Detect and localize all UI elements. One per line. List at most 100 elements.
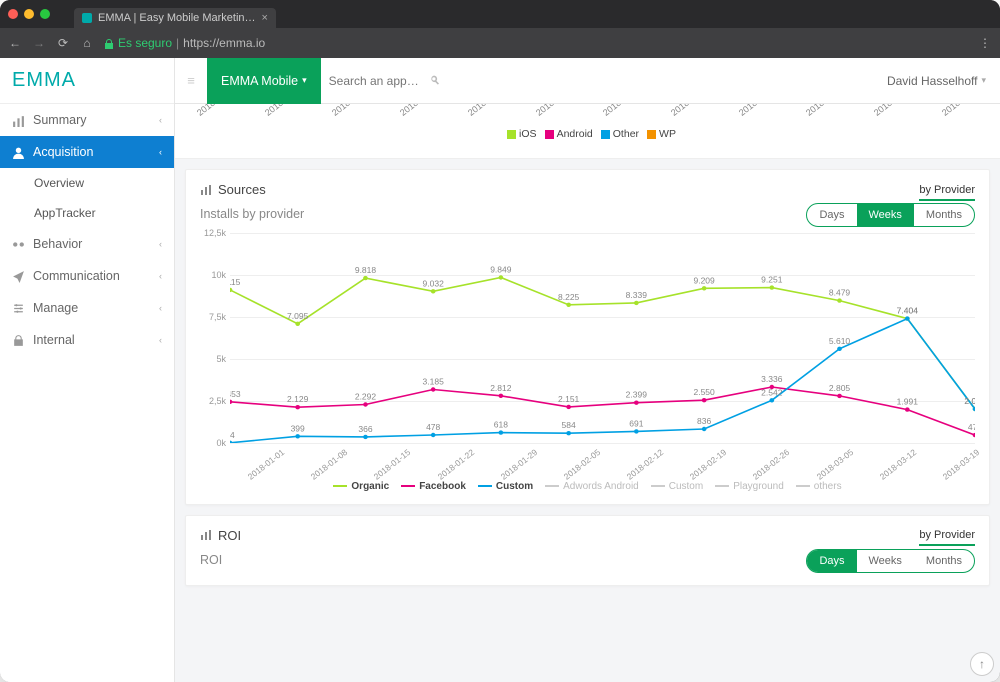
data-point xyxy=(363,402,368,406)
logo[interactable]: EMMA xyxy=(0,58,174,104)
data-point xyxy=(634,401,639,405)
legend-label: Android xyxy=(557,128,593,140)
legend-swatch xyxy=(715,485,729,487)
menu-icon[interactable]: ⋮ xyxy=(978,36,992,50)
sidebar-item-label: Behavior xyxy=(33,237,82,251)
sidebar-item-communication[interactable]: Communication‹ xyxy=(0,260,174,292)
segment-months[interactable]: Months xyxy=(914,550,974,572)
legend-swatch xyxy=(651,485,665,487)
data-label: 7.404 xyxy=(897,307,919,316)
card-subtitle: Installs by provider xyxy=(200,207,304,221)
content-scroll[interactable]: 2018-01-012018-01-082018-01-152018-01-22… xyxy=(175,104,1000,682)
series-organic xyxy=(230,278,975,410)
data-label: 9.032 xyxy=(423,280,445,289)
window-close-icon[interactable] xyxy=(8,9,18,19)
security-label: Es seguro xyxy=(118,36,172,50)
data-label: 14 xyxy=(230,431,235,440)
time-segment-sources[interactable]: DaysWeeksMonths xyxy=(806,203,975,227)
lock-icon xyxy=(12,334,25,347)
sidebar-toggle-icon[interactable]: ≡ xyxy=(175,73,207,88)
data-label: 478 xyxy=(426,423,441,432)
app-search[interactable] xyxy=(321,74,461,88)
address-field[interactable]: Es seguro | https://emma.io xyxy=(104,36,265,50)
upper-chart-panel: 2018-01-012018-01-082018-01-152018-01-22… xyxy=(175,104,1000,159)
axis-tick: 2018-01-15 xyxy=(330,104,368,118)
data-point xyxy=(769,285,774,289)
axis-tick: 2018-01-29 xyxy=(466,104,504,118)
data-point xyxy=(295,322,300,326)
window-minimize-icon[interactable] xyxy=(24,9,34,19)
segment-weeks[interactable]: Weeks xyxy=(857,550,914,572)
bars-icon xyxy=(12,114,25,127)
data-label: 366 xyxy=(358,425,373,434)
card-title: ROI xyxy=(218,528,241,543)
axis-tick: 2018-02-19 xyxy=(669,104,707,118)
data-label: 3.336 xyxy=(761,375,783,384)
data-point xyxy=(702,286,707,290)
url-text: https://emma.io xyxy=(183,36,265,50)
browser-tab[interactable]: EMMA | Easy Mobile Marketin… × xyxy=(74,8,276,28)
data-point xyxy=(363,276,368,280)
bars-icon xyxy=(200,529,212,541)
sidebar-item-summary[interactable]: Summary ‹ xyxy=(0,104,174,136)
user-menu[interactable]: David Hasselhoff ▾ xyxy=(873,74,1000,88)
home-icon[interactable]: ⌂ xyxy=(80,36,94,50)
sources-card: Sources by Provider Installs by provider… xyxy=(185,169,990,505)
time-segment-roi[interactable]: DaysWeeksMonths xyxy=(806,549,975,573)
axis-tick: 2018-02-26 xyxy=(737,104,775,118)
chevron-icon: ‹ xyxy=(159,115,162,125)
view-by-provider[interactable]: by Provider xyxy=(919,529,975,546)
data-label: 8.479 xyxy=(829,289,851,298)
data-point xyxy=(431,433,436,437)
data-label: 5.610 xyxy=(829,337,851,346)
data-label: 2.021 xyxy=(964,397,975,406)
segment-months[interactable]: Months xyxy=(914,204,974,226)
legend-swatch xyxy=(601,130,610,139)
main-area: ≡ EMMA Mobile ▾ David Hasselhoff ▾ xyxy=(175,58,1000,682)
legend-swatch xyxy=(401,485,415,487)
segment-weeks[interactable]: Weeks xyxy=(857,204,914,226)
data-label: 2.453 xyxy=(230,390,241,399)
data-label: 9.115 xyxy=(230,278,241,287)
search-input[interactable] xyxy=(329,74,429,88)
data-point xyxy=(499,430,504,434)
data-label: 2.805 xyxy=(829,384,851,393)
legend-swatch xyxy=(545,130,554,139)
sidebar-item-acquisition[interactable]: Acquisition‹ xyxy=(0,136,174,168)
browser-toolbar: ← → ⟳ ⌂ Es seguro | https://emma.io ⋮ xyxy=(0,28,1000,58)
window-zoom-icon[interactable] xyxy=(40,9,50,19)
data-point xyxy=(566,431,571,435)
segment-days[interactable]: Days xyxy=(807,204,856,226)
sidebar-subitem-apptracker[interactable]: AppTracker xyxy=(0,198,174,228)
legend-swatch xyxy=(647,130,656,139)
legend-label: WP xyxy=(659,128,676,140)
reload-icon[interactable]: ⟳ xyxy=(56,36,70,50)
data-point xyxy=(634,301,639,305)
tab-title: EMMA | Easy Mobile Marketin… xyxy=(98,12,256,24)
app-picker[interactable]: EMMA Mobile ▾ xyxy=(207,58,321,104)
data-label: 2.542 xyxy=(761,389,783,398)
view-by-provider[interactable]: by Provider xyxy=(919,184,975,201)
axis-tick: 2018-02-12 xyxy=(601,104,639,118)
sidebar-subitem-overview[interactable]: Overview xyxy=(0,168,174,198)
chevron-icon: ‹ xyxy=(159,271,162,281)
data-label: 399 xyxy=(291,425,306,434)
back-icon[interactable]: ← xyxy=(8,36,22,50)
app-picker-label: EMMA Mobile xyxy=(221,74,298,88)
gridline: 0k xyxy=(230,443,975,444)
tab-close-icon[interactable]: × xyxy=(262,12,268,24)
legend-swatch xyxy=(478,485,492,487)
data-point xyxy=(499,394,504,398)
data-point xyxy=(230,441,232,443)
sidebar-item-internal[interactable]: Internal‹ xyxy=(0,324,174,356)
scroll-top-button[interactable]: ↑ xyxy=(970,652,994,676)
data-point xyxy=(295,434,300,438)
axis-tick: 2018-01-01 xyxy=(195,104,233,118)
segment-days[interactable]: Days xyxy=(807,550,856,572)
forward-icon[interactable]: → xyxy=(32,36,46,50)
sidebar-item-label: Summary xyxy=(33,113,86,127)
sidebar-item-manage[interactable]: Manage‹ xyxy=(0,292,174,324)
search-icon xyxy=(429,74,442,87)
sidebar-item-behavior[interactable]: Behavior‹ xyxy=(0,228,174,260)
y-tick-label: 10k xyxy=(200,270,226,280)
